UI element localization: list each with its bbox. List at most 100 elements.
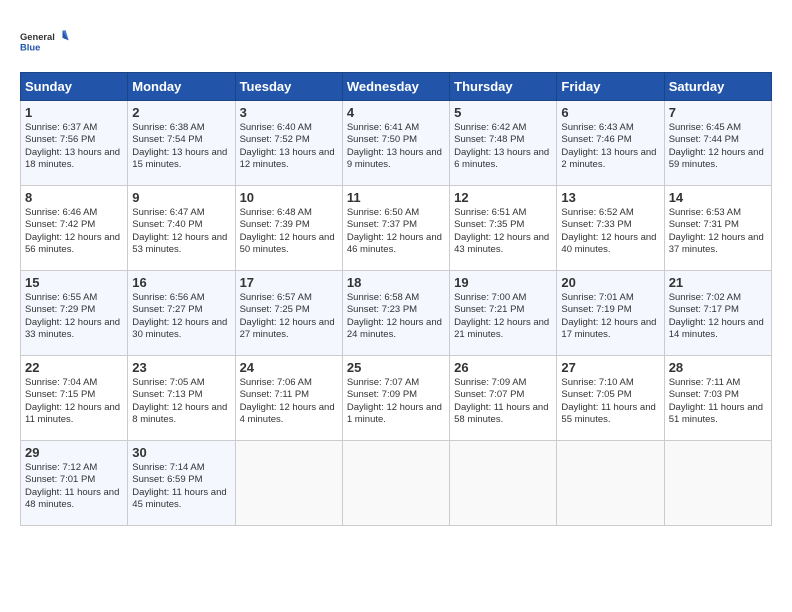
day-number: 12 [454,190,552,205]
calendar-cell: 25 Sunrise: 7:07 AM Sunset: 7:09 PM Dayl… [342,356,449,441]
day-number: 8 [25,190,123,205]
calendar-week-row: 29 Sunrise: 7:12 AM Sunset: 7:01 PM Dayl… [21,441,772,526]
calendar-cell: 5 Sunrise: 6:42 AM Sunset: 7:48 PM Dayli… [450,101,557,186]
calendar-cell: 19 Sunrise: 7:00 AM Sunset: 7:21 PM Dayl… [450,271,557,356]
day-number: 22 [25,360,123,375]
weekday-header: Friday [557,73,664,101]
calendar-cell: 8 Sunrise: 6:46 AM Sunset: 7:42 PM Dayli… [21,186,128,271]
calendar-cell: 2 Sunrise: 6:38 AM Sunset: 7:54 PM Dayli… [128,101,235,186]
calendar-cell: 3 Sunrise: 6:40 AM Sunset: 7:52 PM Dayli… [235,101,342,186]
cell-content: Sunrise: 6:53 AM Sunset: 7:31 PM Dayligh… [669,207,767,256]
calendar-cell [235,441,342,526]
weekday-header-row: SundayMondayTuesdayWednesdayThursdayFrid… [21,73,772,101]
day-number: 16 [132,275,230,290]
weekday-header: Sunday [21,73,128,101]
cell-content: Sunrise: 6:41 AM Sunset: 7:50 PM Dayligh… [347,122,445,171]
weekday-header: Saturday [664,73,771,101]
weekday-header: Wednesday [342,73,449,101]
day-number: 15 [25,275,123,290]
calendar-cell: 29 Sunrise: 7:12 AM Sunset: 7:01 PM Dayl… [21,441,128,526]
day-number: 18 [347,275,445,290]
logo: General Blue [20,20,70,62]
cell-content: Sunrise: 7:06 AM Sunset: 7:11 PM Dayligh… [240,377,338,426]
day-number: 5 [454,105,552,120]
calendar-week-row: 8 Sunrise: 6:46 AM Sunset: 7:42 PM Dayli… [21,186,772,271]
cell-content: Sunrise: 7:01 AM Sunset: 7:19 PM Dayligh… [561,292,659,341]
cell-content: Sunrise: 6:56 AM Sunset: 7:27 PM Dayligh… [132,292,230,341]
calendar-cell: 12 Sunrise: 6:51 AM Sunset: 7:35 PM Dayl… [450,186,557,271]
cell-content: Sunrise: 6:55 AM Sunset: 7:29 PM Dayligh… [25,292,123,341]
calendar-cell [664,441,771,526]
day-number: 25 [347,360,445,375]
weekday-header: Monday [128,73,235,101]
cell-content: Sunrise: 6:58 AM Sunset: 7:23 PM Dayligh… [347,292,445,341]
calendar-cell: 11 Sunrise: 6:50 AM Sunset: 7:37 PM Dayl… [342,186,449,271]
day-number: 7 [669,105,767,120]
day-number: 21 [669,275,767,290]
calendar-cell: 18 Sunrise: 6:58 AM Sunset: 7:23 PM Dayl… [342,271,449,356]
calendar-cell: 20 Sunrise: 7:01 AM Sunset: 7:19 PM Dayl… [557,271,664,356]
calendar-cell: 1 Sunrise: 6:37 AM Sunset: 7:56 PM Dayli… [21,101,128,186]
calendar-cell: 23 Sunrise: 7:05 AM Sunset: 7:13 PM Dayl… [128,356,235,441]
cell-content: Sunrise: 6:52 AM Sunset: 7:33 PM Dayligh… [561,207,659,256]
cell-content: Sunrise: 6:48 AM Sunset: 7:39 PM Dayligh… [240,207,338,256]
day-number: 20 [561,275,659,290]
cell-content: Sunrise: 6:46 AM Sunset: 7:42 PM Dayligh… [25,207,123,256]
calendar-cell: 16 Sunrise: 6:56 AM Sunset: 7:27 PM Dayl… [128,271,235,356]
day-number: 10 [240,190,338,205]
cell-content: Sunrise: 6:38 AM Sunset: 7:54 PM Dayligh… [132,122,230,171]
page-header: General Blue [20,20,772,62]
cell-content: Sunrise: 7:10 AM Sunset: 7:05 PM Dayligh… [561,377,659,426]
cell-content: Sunrise: 7:09 AM Sunset: 7:07 PM Dayligh… [454,377,552,426]
logo-svg: General Blue [20,20,70,62]
svg-text:General: General [20,32,55,42]
calendar-cell: 14 Sunrise: 6:53 AM Sunset: 7:31 PM Dayl… [664,186,771,271]
calendar-cell: 15 Sunrise: 6:55 AM Sunset: 7:29 PM Dayl… [21,271,128,356]
day-number: 1 [25,105,123,120]
calendar-table: SundayMondayTuesdayWednesdayThursdayFrid… [20,72,772,526]
cell-content: Sunrise: 7:11 AM Sunset: 7:03 PM Dayligh… [669,377,767,426]
calendar-week-row: 1 Sunrise: 6:37 AM Sunset: 7:56 PM Dayli… [21,101,772,186]
cell-content: Sunrise: 6:45 AM Sunset: 7:44 PM Dayligh… [669,122,767,171]
calendar-cell: 27 Sunrise: 7:10 AM Sunset: 7:05 PM Dayl… [557,356,664,441]
day-number: 9 [132,190,230,205]
day-number: 11 [347,190,445,205]
cell-content: Sunrise: 6:51 AM Sunset: 7:35 PM Dayligh… [454,207,552,256]
svg-text:Blue: Blue [20,42,40,52]
weekday-header: Tuesday [235,73,342,101]
cell-content: Sunrise: 7:07 AM Sunset: 7:09 PM Dayligh… [347,377,445,426]
cell-content: Sunrise: 6:40 AM Sunset: 7:52 PM Dayligh… [240,122,338,171]
cell-content: Sunrise: 7:12 AM Sunset: 7:01 PM Dayligh… [25,462,123,511]
calendar-cell: 24 Sunrise: 7:06 AM Sunset: 7:11 PM Dayl… [235,356,342,441]
day-number: 2 [132,105,230,120]
day-number: 14 [669,190,767,205]
calendar-week-row: 15 Sunrise: 6:55 AM Sunset: 7:29 PM Dayl… [21,271,772,356]
day-number: 28 [669,360,767,375]
calendar-cell: 4 Sunrise: 6:41 AM Sunset: 7:50 PM Dayli… [342,101,449,186]
calendar-cell: 13 Sunrise: 6:52 AM Sunset: 7:33 PM Dayl… [557,186,664,271]
cell-content: Sunrise: 6:43 AM Sunset: 7:46 PM Dayligh… [561,122,659,171]
cell-content: Sunrise: 6:42 AM Sunset: 7:48 PM Dayligh… [454,122,552,171]
day-number: 6 [561,105,659,120]
cell-content: Sunrise: 6:57 AM Sunset: 7:25 PM Dayligh… [240,292,338,341]
calendar-cell: 28 Sunrise: 7:11 AM Sunset: 7:03 PM Dayl… [664,356,771,441]
calendar-cell: 10 Sunrise: 6:48 AM Sunset: 7:39 PM Dayl… [235,186,342,271]
calendar-cell [557,441,664,526]
cell-content: Sunrise: 7:04 AM Sunset: 7:15 PM Dayligh… [25,377,123,426]
cell-content: Sunrise: 6:37 AM Sunset: 7:56 PM Dayligh… [25,122,123,171]
day-number: 26 [454,360,552,375]
calendar-week-row: 22 Sunrise: 7:04 AM Sunset: 7:15 PM Dayl… [21,356,772,441]
calendar-cell: 26 Sunrise: 7:09 AM Sunset: 7:07 PM Dayl… [450,356,557,441]
day-number: 4 [347,105,445,120]
cell-content: Sunrise: 6:50 AM Sunset: 7:37 PM Dayligh… [347,207,445,256]
day-number: 19 [454,275,552,290]
day-number: 27 [561,360,659,375]
calendar-cell: 6 Sunrise: 6:43 AM Sunset: 7:46 PM Dayli… [557,101,664,186]
calendar-cell: 9 Sunrise: 6:47 AM Sunset: 7:40 PM Dayli… [128,186,235,271]
cell-content: Sunrise: 7:02 AM Sunset: 7:17 PM Dayligh… [669,292,767,341]
cell-content: Sunrise: 7:00 AM Sunset: 7:21 PM Dayligh… [454,292,552,341]
calendar-cell: 21 Sunrise: 7:02 AM Sunset: 7:17 PM Dayl… [664,271,771,356]
cell-content: Sunrise: 6:47 AM Sunset: 7:40 PM Dayligh… [132,207,230,256]
calendar-cell: 17 Sunrise: 6:57 AM Sunset: 7:25 PM Dayl… [235,271,342,356]
cell-content: Sunrise: 7:05 AM Sunset: 7:13 PM Dayligh… [132,377,230,426]
